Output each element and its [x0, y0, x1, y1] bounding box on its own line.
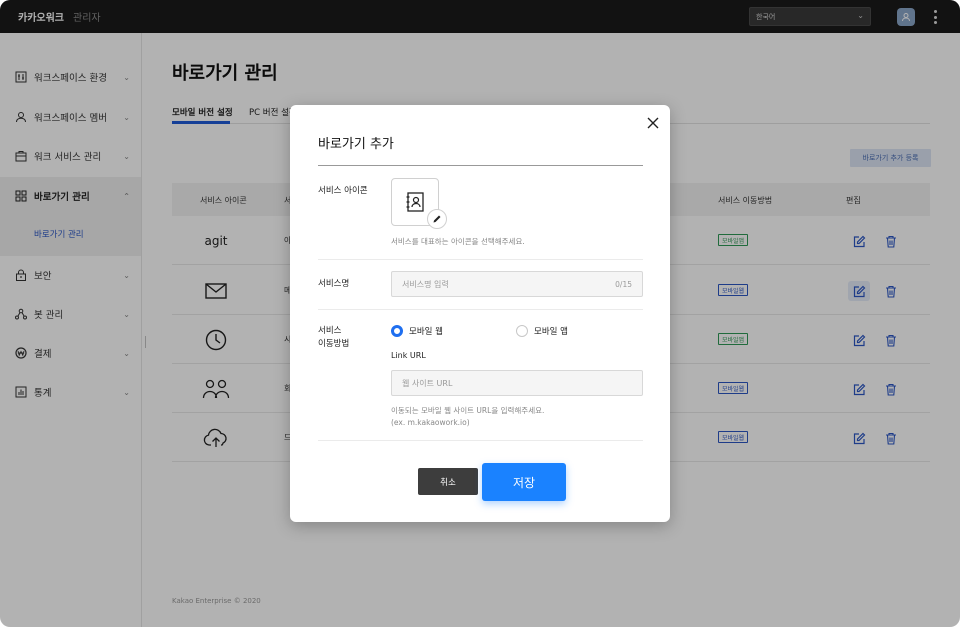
edit-icon-button[interactable] — [427, 209, 447, 229]
link-url-hint-line2: (ex. m.kakaowork.io) — [391, 418, 470, 427]
link-url-hint-line1: 이동되는 모바일 웹 사이트 URL을 입력해주세요. — [391, 406, 545, 415]
add-shortcut-dialog: 바로가기 추가 서비스 아이콘 서비스를 대표하는 아이콘을 선택해주세요. 서… — [290, 105, 670, 522]
save-button[interactable]: 저장 — [482, 463, 566, 501]
sidebar-resize-handle[interactable] — [145, 336, 146, 348]
dialog-title: 바로가기 추가 — [318, 137, 394, 152]
radio-unchecked-icon — [516, 325, 528, 337]
app-window: 카카오워크 관리자 한국어 ⌄ 워크스페이스 환경 ⌄ 워크스페이스 멤버 ⌄ — [0, 0, 960, 627]
row-divider — [318, 440, 643, 441]
link-url-placeholder: 웹 사이트 URL — [402, 378, 453, 388]
char-counter: 0/15 — [615, 279, 632, 289]
service-name-placeholder: 서비스명 입력 — [402, 279, 449, 289]
method-label: 서비스 이동방법 — [318, 325, 349, 351]
radio-mobile-app[interactable]: 모바일 앱 — [516, 325, 568, 337]
service-icon-label: 서비스 아이콘 — [318, 186, 368, 196]
radio-label: 모바일 웹 — [409, 327, 443, 337]
radio-mobile-web[interactable]: 모바일 웹 — [391, 325, 443, 337]
close-icon — [647, 117, 659, 129]
close-button[interactable] — [644, 114, 662, 132]
link-url-hint: 이동되는 모바일 웹 사이트 URL을 입력해주세요. (ex. m.kakao… — [391, 405, 544, 429]
dialog-title-divider — [318, 165, 643, 166]
service-icon-hint: 서비스를 대표하는 아이콘을 선택해주세요. — [391, 237, 525, 246]
pencil-icon — [433, 215, 441, 223]
link-url-label: Link URL — [391, 351, 426, 360]
radio-checked-icon — [391, 325, 403, 337]
row-divider — [318, 259, 643, 260]
cancel-button[interactable]: 취소 — [418, 468, 478, 495]
service-name-label: 서비스명 — [318, 279, 350, 289]
radio-label: 모바일 앱 — [534, 327, 568, 337]
method-label-line2: 이동방법 — [318, 339, 350, 349]
method-label-line1: 서비스 — [318, 326, 342, 336]
link-url-input[interactable]: 웹 사이트 URL — [391, 370, 643, 396]
contact-book-icon — [406, 192, 424, 212]
row-divider — [318, 309, 643, 310]
service-name-input[interactable]: 서비스명 입력 0/15 — [391, 271, 643, 297]
